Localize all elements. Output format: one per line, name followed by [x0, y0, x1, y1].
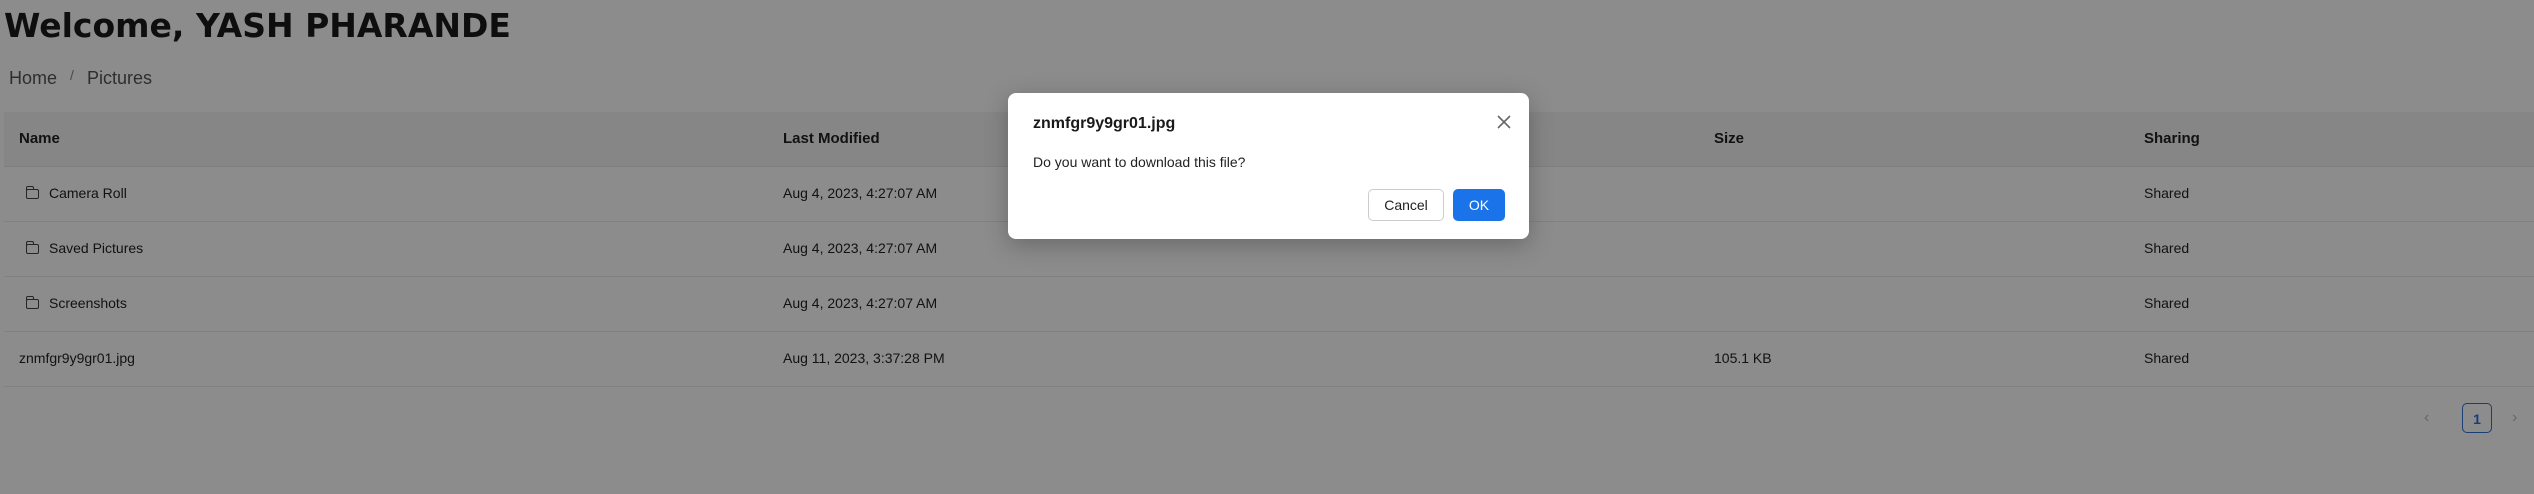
- modal-overlay[interactable]: [0, 0, 2534, 494]
- dialog-message: Do you want to download this file?: [1033, 154, 1246, 170]
- close-icon[interactable]: [1495, 113, 1513, 131]
- cancel-button[interactable]: Cancel: [1368, 189, 1444, 221]
- download-confirm-dialog: znmfgr9y9gr01.jpg Do you want to downloa…: [1008, 93, 1529, 239]
- dialog-title: znmfgr9y9gr01.jpg: [1033, 115, 1176, 132]
- ok-button[interactable]: OK: [1453, 189, 1505, 221]
